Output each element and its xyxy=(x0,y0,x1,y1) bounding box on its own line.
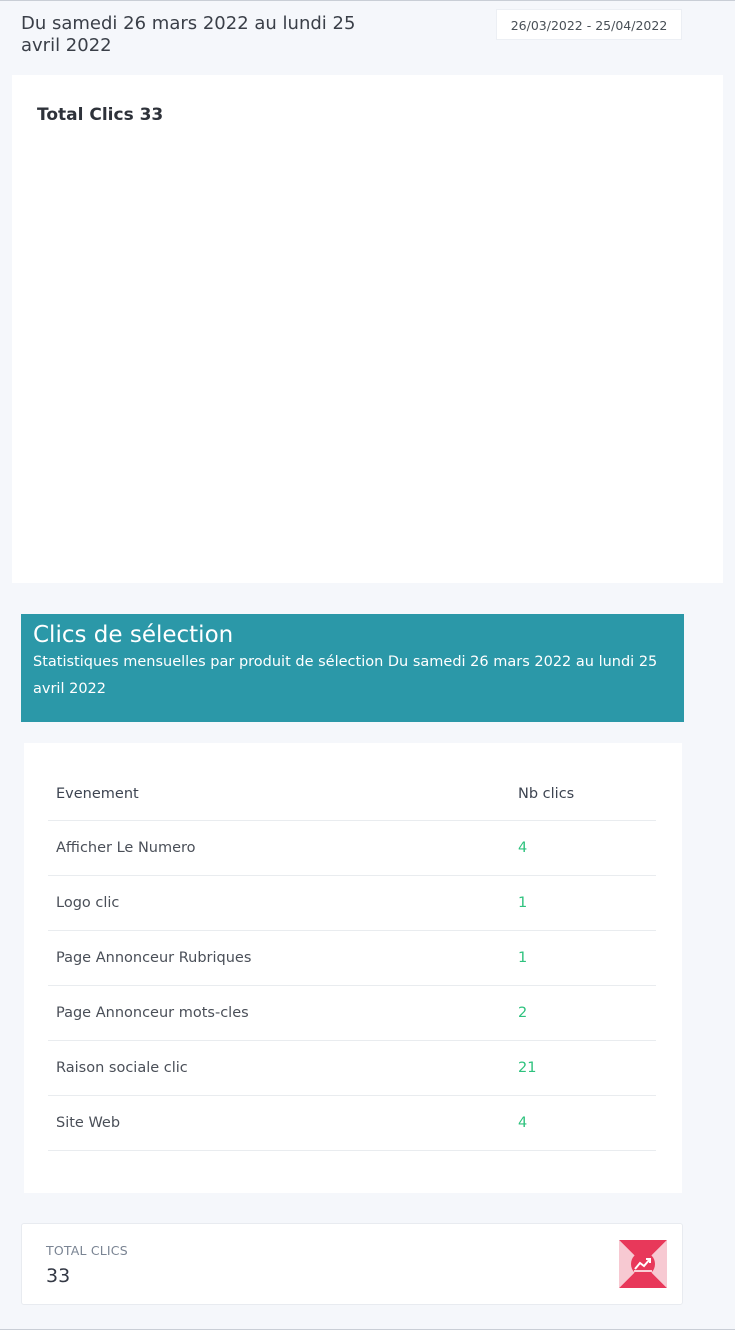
column-header-count: Nb clics xyxy=(510,767,656,821)
event-count: 1 xyxy=(510,875,656,931)
event-name: Raison sociale clic xyxy=(48,1040,510,1096)
event-name: Logo clic xyxy=(48,875,510,931)
table-row: Logo clic 1 xyxy=(48,875,656,931)
event-name: Page Annonceur mots-cles xyxy=(48,985,510,1041)
chart-up-icon xyxy=(619,1240,667,1288)
selection-title: Clics de sélection xyxy=(33,622,234,648)
table-row: Site Web 4 xyxy=(48,1095,656,1151)
table-row: Raison sociale clic 21 xyxy=(48,1040,656,1096)
table-row: Page Annonceur mots-cles 2 xyxy=(48,985,656,1041)
table-header-row: Evenement Nb clics xyxy=(48,767,656,821)
event-count: 21 xyxy=(510,1040,656,1096)
table-row: Page Annonceur Rubriques 1 xyxy=(48,930,656,986)
event-count: 2 xyxy=(510,985,656,1041)
chart-card: Total Clics 33 xyxy=(12,75,723,583)
total-value: 33 xyxy=(46,1265,71,1287)
event-count: 4 xyxy=(510,1095,656,1151)
chart-title: Total Clics 33 xyxy=(37,105,164,125)
table-row: Afficher Le Numero 4 xyxy=(48,820,656,876)
table-card: Evenement Nb clics Afficher Le Numero 4 … xyxy=(24,743,682,1193)
selection-subtitle: Statistiques mensuelles par produit de s… xyxy=(33,654,658,697)
date-range-picker[interactable]: 26/03/2022 - 25/04/2022 xyxy=(496,9,682,40)
event-count: 1 xyxy=(510,930,656,986)
event-name: Afficher Le Numero xyxy=(48,820,510,876)
total-clicks-card: TOTAL CLICS 33 xyxy=(21,1223,683,1305)
event-name: Page Annonceur Rubriques xyxy=(48,930,510,986)
events-table: Evenement Nb clics Afficher Le Numero 4 … xyxy=(48,767,656,1151)
selection-header: Clics de sélection Statistiques mensuell… xyxy=(21,614,684,722)
total-label: TOTAL CLICS xyxy=(46,1243,128,1258)
column-header-event: Evenement xyxy=(48,767,510,821)
period-text: Du samedi 26 mars 2022 au lundi 25 avril… xyxy=(21,13,356,56)
event-name: Site Web xyxy=(48,1095,510,1151)
event-count: 4 xyxy=(510,820,656,876)
